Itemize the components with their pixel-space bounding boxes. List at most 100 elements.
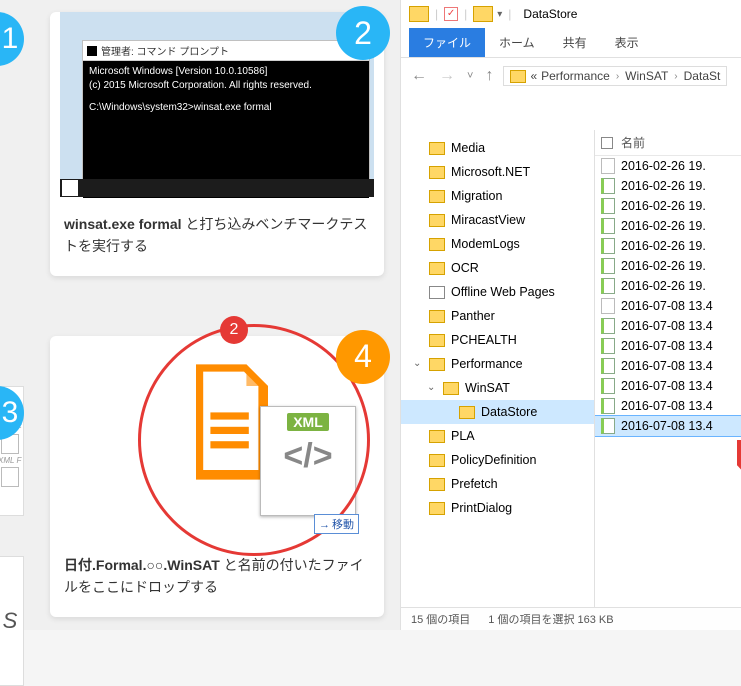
step-card-2: 2 管理者: コマンド プロンプト Microsoft Windows [Ver… [50,12,384,276]
folder-icon [429,262,445,275]
tree-item[interactable]: ›PolicyDefinition [401,448,594,472]
item-count: 15 個の項目 [411,611,470,627]
tree-label: Performance [451,354,523,374]
tree-item[interactable]: ›MiracastView [401,208,594,232]
folder-icon [429,478,445,491]
tree-item[interactable]: ›PrintDialog [401,496,594,520]
file-name: 2016-02-26 19. [621,219,706,233]
status-bar: 15 個の項目 1 個の項目を選択 163 KB [401,607,741,630]
tree-label: PrintDialog [451,498,512,518]
file-name: 2016-02-26 19. [621,239,706,253]
step-badge-4: 4 [336,330,390,384]
checkbox-toggle-icon[interactable]: ✓ [444,7,458,21]
folder-icon [429,214,445,227]
tree-item[interactable]: ›PCHEALTH [401,328,594,352]
taskbar [60,179,374,197]
file-row[interactable]: 2016-02-26 19. [595,216,741,236]
selection-info: 1 個の項目を選択 163 KB [488,611,613,627]
back-icon[interactable]: ← [409,67,429,85]
xml-file-icon [601,338,615,354]
tree-item[interactable]: ›PLA [401,424,594,448]
folder-icon [429,502,445,515]
file-row[interactable]: 2016-02-26 19. [595,156,741,176]
file-row[interactable]: 2016-02-26 19. [595,176,741,196]
sheet-thumb-s: S [0,556,24,686]
name-column-header[interactable]: 名前 [621,134,645,151]
file-row[interactable]: 2016-07-08 13.4 [595,336,741,356]
folder-icon [409,6,429,22]
folder-icon [429,334,445,347]
file-row[interactable]: 2016-07-08 13.4 [595,316,741,336]
xml-file-icon [601,318,615,334]
forward-icon[interactable]: → [437,67,457,85]
file-row[interactable]: 2016-02-26 19. [595,256,741,276]
tree-item[interactable]: ⌄Performance [401,352,594,376]
tree-label: MiracastView [451,210,525,230]
file-list[interactable]: 名前 2016-02-26 19. 2016-02-26 19. 2016-02-2… [595,130,741,607]
tree-label: Microsoft.NET [451,162,530,182]
folder-icon [443,382,459,395]
crumb[interactable]: WinSAT [625,69,668,83]
recent-icon[interactable]: ˅ [465,70,475,82]
file-name: 2016-02-26 19. [621,179,706,193]
quick-access-toolbar: | ✓ | ▾ | DataStore [401,0,741,28]
tree-item[interactable]: ›Migration [401,184,594,208]
ribbon-tabs: ファイル ホーム 共有 表示 [401,28,741,58]
tree-item[interactable]: ›Microsoft.NET [401,160,594,184]
cmd-icon [87,46,97,56]
file-name: 2016-07-08 13.4 [621,359,713,373]
file-row[interactable]: 2016-07-08 13.4 [595,356,741,376]
tree-item[interactable]: ›Prefetch [401,472,594,496]
tree-label: PolicyDefinition [451,450,536,470]
tree-item[interactable]: ⌄WinSAT [401,376,594,400]
file-name: 2016-07-08 13.4 [621,379,713,393]
step-4-text: 日付.Formal.○○.WinSAT と名前の付いたファイルをここにドロップす… [50,546,384,617]
explorer-window: | ✓ | ▾ | DataStore ファイル ホーム 共有 表示 ← → ˅… [400,0,741,630]
tree-item[interactable]: ›Panther [401,304,594,328]
file-row[interactable]: 2016-07-08 13.4 [595,396,741,416]
folder-icon [429,142,445,155]
file-name: 2016-07-08 13.4 [621,319,713,333]
crumb[interactable]: DataSt [684,69,721,83]
up-icon[interactable]: ↑ [483,67,495,85]
breadcrumb[interactable]: « Performance › WinSAT › DataSt [503,66,727,86]
tab-share[interactable]: 共有 [549,28,601,57]
tree-item[interactable]: ›ModemLogs [401,232,594,256]
file-row[interactable]: 2016-02-26 19. [595,276,741,296]
tutorial-left-pane: 1 3 XML F XML F S 2 管理者: コマンド プロンプト Micr… [0,0,400,630]
tree-label: PLA [451,426,475,446]
folder-icon [429,286,445,299]
file-name: 2016-02-26 19. [621,159,706,173]
tab-file[interactable]: ファイル [409,28,485,57]
step-badge-2: 2 [336,6,390,60]
folder-tree[interactable]: ›Media›Microsoft.NET›Migration›MiracastV… [401,130,595,607]
tab-home[interactable]: ホーム [485,28,549,57]
file-row[interactable]: 2016-07-08 13.4 [595,376,741,396]
xml-file-icon [601,398,615,414]
txt-file-icon [601,298,615,314]
file-row[interactable]: 2016-07-08 13.4 [595,416,741,436]
tab-view[interactable]: 表示 [601,28,653,57]
cmd-line: Microsoft Windows [Version 10.0.10586] [89,65,363,79]
tree-label: ModemLogs [451,234,520,254]
crumb[interactable]: Performance [541,69,610,83]
file-row[interactable]: 2016-07-08 13.4 [595,296,741,316]
tree-item[interactable]: ›DataStore [401,400,594,424]
txt-file-icon [601,158,615,174]
file-name: 2016-07-08 13.4 [621,299,713,313]
tree-label: Migration [451,186,502,206]
file-row[interactable]: 2016-02-26 19. [595,196,741,216]
file-row[interactable]: 2016-02-26 19. [595,236,741,256]
xml-file-icon [601,238,615,254]
red-marker-2: 2 [220,316,248,344]
arrow-annotation [737,440,741,480]
tree-label: Media [451,138,485,158]
folder-icon [429,190,445,203]
cmd-line: C:\Windows\system32>winsat.exe formal [89,101,363,115]
file-name: 2016-02-26 19. [621,259,706,273]
folder-icon [429,358,445,371]
tree-item[interactable]: ›Media [401,136,594,160]
tree-item[interactable]: ›OCR [401,256,594,280]
tree-item[interactable]: ›Offline Web Pages [401,280,594,304]
select-all-checkbox[interactable] [601,137,613,149]
